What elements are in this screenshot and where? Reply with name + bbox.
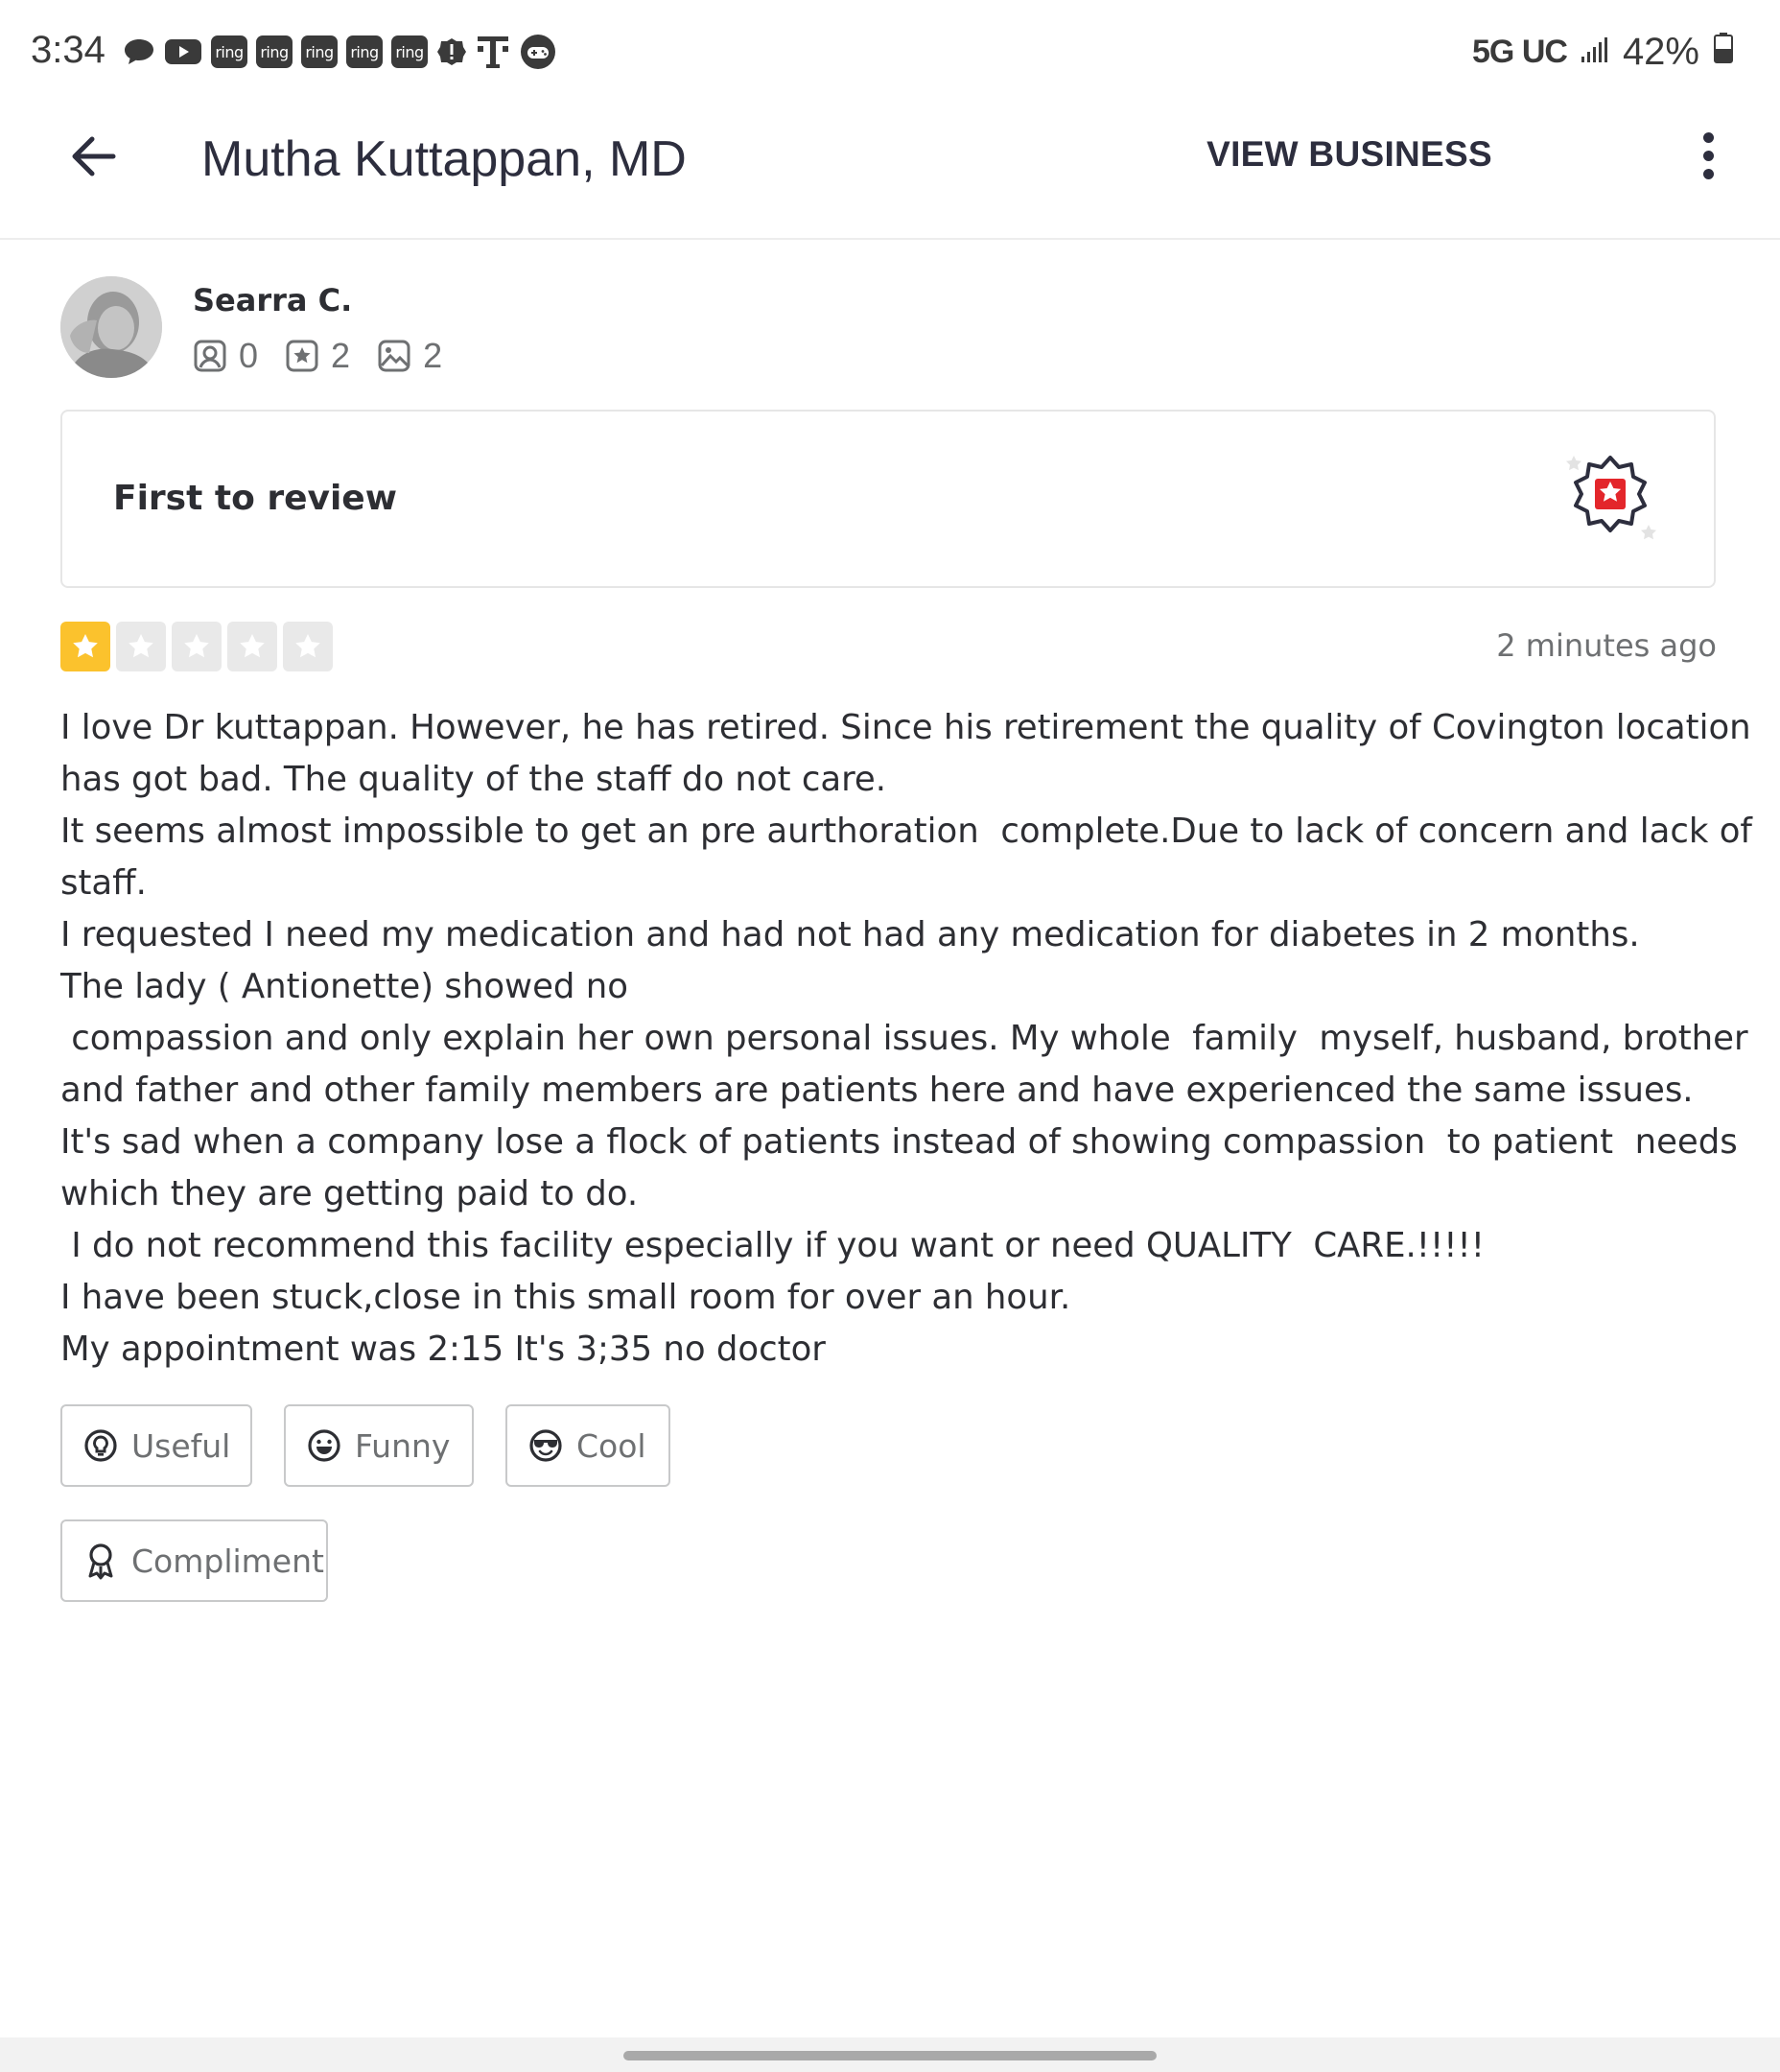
sunglasses-face-icon — [529, 1429, 562, 1462]
review-line: I love Dr kuttappan. However, he has ret… — [60, 708, 1751, 747]
laughing-face-icon — [308, 1429, 340, 1462]
ribbon-award-icon — [88, 1543, 113, 1580]
photos-count: 2 — [423, 336, 443, 375]
view-business-button[interactable]: VIEW BUSINESS — [1206, 125, 1492, 184]
star-icon — [240, 634, 265, 658]
review-line: has got bad. The quality of the staff do… — [60, 760, 887, 799]
rating-star — [172, 622, 222, 671]
page-title: Mutha Kuttappan, MD — [201, 131, 687, 187]
funny-label: Funny — [355, 1426, 451, 1465]
rating-star — [227, 622, 277, 671]
navigation-bar — [0, 2037, 1780, 2072]
friends-icon — [194, 340, 226, 372]
review-line: It seems almost impossible to get an pre… — [60, 812, 1752, 851]
funny-button[interactable]: Funny — [284, 1404, 474, 1487]
ring-icon: ring — [346, 35, 383, 68]
ring-icon: ring — [301, 35, 338, 68]
signal-icon — [1581, 31, 1609, 74]
reviews-count: 2 — [331, 336, 351, 375]
first-to-review-label: First to review — [113, 479, 397, 518]
useful-label: Useful — [131, 1426, 231, 1465]
review-line: It's sad when a company lose a flock of … — [60, 1122, 1738, 1162]
review-line: I have been stuck,close in this small ro… — [60, 1278, 1071, 1317]
review-timestamp: 2 minutes ago — [1496, 627, 1717, 664]
ring-icon: ring — [391, 35, 428, 68]
cool-label: Cool — [576, 1426, 646, 1465]
rating-star — [283, 622, 333, 671]
rating-star — [60, 622, 110, 671]
compliment-button[interactable]: Compliment — [60, 1519, 328, 1602]
useful-button[interactable]: Useful — [60, 1404, 252, 1487]
review-line: compassion and only explain her own pers… — [60, 1019, 1748, 1058]
t-mobile-icon — [476, 33, 510, 71]
compliment-label: Compliment — [131, 1542, 324, 1580]
network-type: 5G UC — [1472, 34, 1568, 70]
rating-star — [116, 622, 166, 671]
star-rating — [60, 622, 333, 671]
message-icon — [123, 36, 155, 67]
star-icon — [73, 634, 98, 658]
friends-count: 0 — [239, 336, 259, 375]
home-gesture-handle[interactable] — [623, 2051, 1157, 2060]
review-line: and father and other family members are … — [60, 1071, 1694, 1110]
more-options-button[interactable] — [1694, 127, 1722, 184]
status-bar: 3:34 ring ring ring ring ring 5G UC 42% — [0, 0, 1780, 104]
reviews-star-icon — [286, 340, 318, 372]
back-button[interactable] — [59, 123, 127, 190]
youtube-icon — [164, 37, 202, 66]
status-notification-icons: ring ring ring ring ring — [123, 29, 557, 75]
review-line: The lady ( Antionette) showed no — [60, 967, 628, 1006]
battery-icon — [1713, 31, 1734, 74]
review-body: I love Dr kuttappan. However, he has ret… — [60, 702, 1752, 1376]
ring-icon: ring — [256, 35, 293, 68]
review-line: I do not recommend this facility especia… — [60, 1226, 1485, 1265]
first-to-review-badge-icon — [1566, 456, 1656, 540]
star-icon — [184, 634, 209, 658]
photos-icon — [378, 340, 410, 372]
status-right: 5G UC 42% — [1472, 31, 1734, 74]
avatar[interactable] — [60, 276, 162, 378]
review-line: I requested I need my medication and had… — [60, 915, 1640, 954]
reviewer-stats: 0 2 2 — [193, 336, 469, 376]
review-line: which they are getting paid to do. — [60, 1174, 639, 1213]
arrow-left-icon — [72, 136, 116, 177]
review-line: My appointment was 2:15 It's 3;35 no doc… — [60, 1330, 826, 1369]
alert-icon — [436, 36, 467, 67]
star-icon — [295, 634, 320, 658]
game-icon — [519, 33, 557, 71]
battery-percent: 42% — [1622, 31, 1699, 73]
reviewer-name[interactable]: Searra C. — [193, 282, 469, 318]
more-vertical-icon — [1702, 131, 1714, 143]
app-header: Mutha Kuttappan, MD VIEW BUSINESS — [0, 104, 1780, 240]
cool-button[interactable]: Cool — [505, 1404, 670, 1487]
lightbulb-icon — [84, 1429, 117, 1462]
reviewer-block[interactable]: Searra C. 0 2 2 — [60, 276, 469, 382]
ring-icon: ring — [211, 35, 247, 68]
review-line: staff. — [60, 863, 147, 903]
first-to-review-card[interactable]: First to review — [60, 410, 1716, 588]
status-time: 3:34 — [31, 29, 105, 71]
star-icon — [129, 634, 153, 658]
